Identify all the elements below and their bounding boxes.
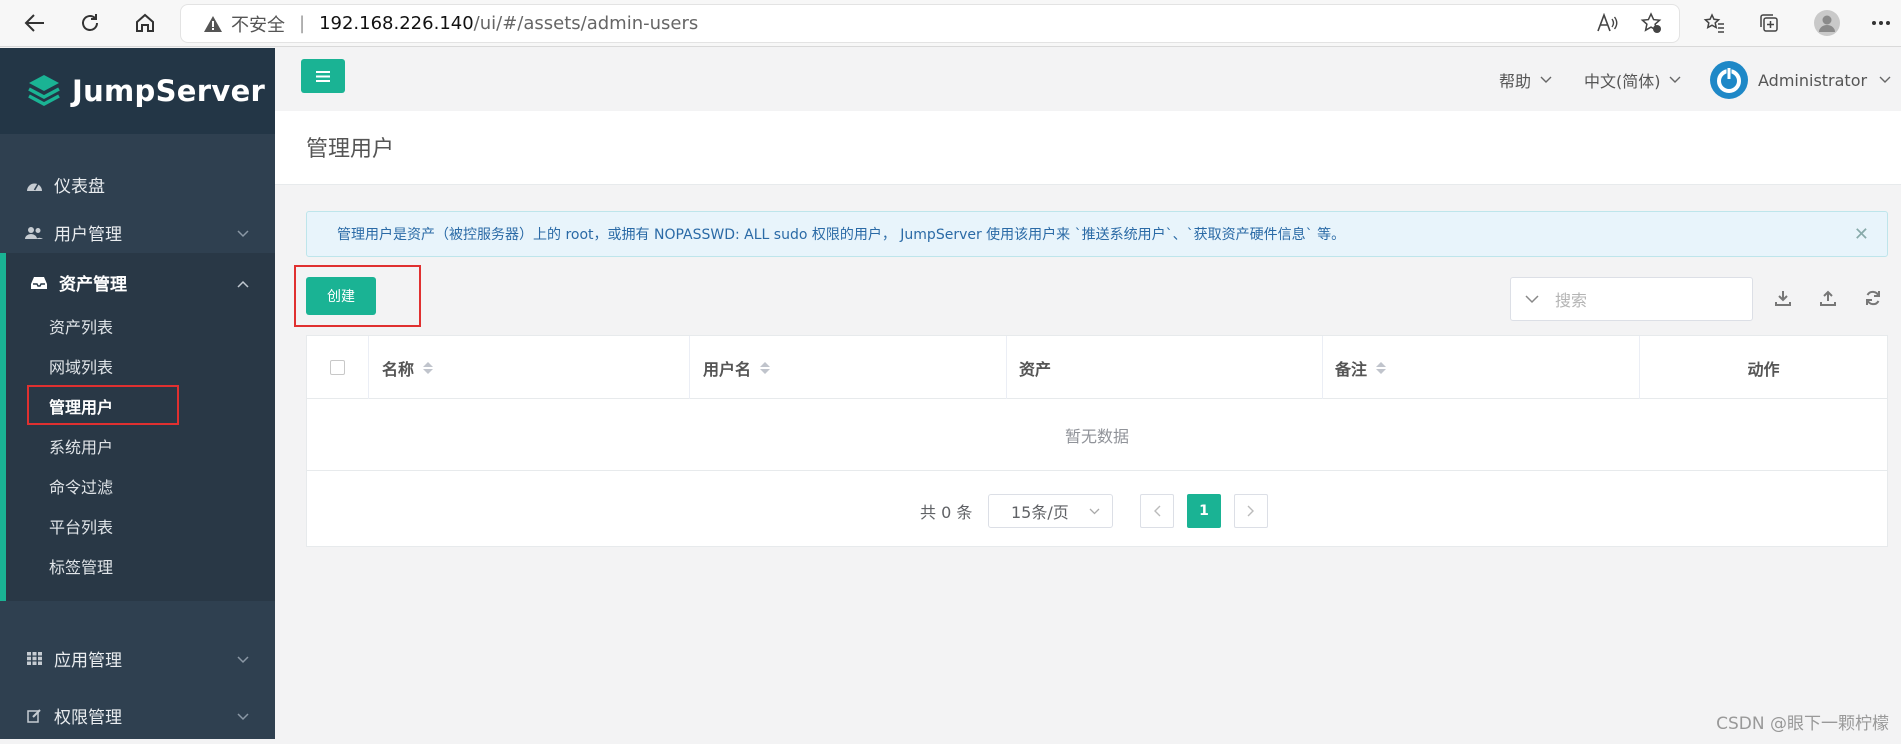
address-bar[interactable]: 不安全 | 192.168.226.140 /ui/#/assets/admin… xyxy=(180,4,1680,43)
sort-icon[interactable] xyxy=(1376,361,1387,374)
submenu-domain-list[interactable]: 网域列表 xyxy=(49,352,249,380)
column-label: 备注 xyxy=(1335,359,1368,379)
sidebar-item-assets[interactable]: 资产管理 xyxy=(0,254,275,311)
more-icon[interactable] xyxy=(1864,8,1898,38)
submenu-label-management[interactable]: 标签管理 xyxy=(49,552,249,580)
users-icon xyxy=(25,225,43,241)
sidebar-item-permissions[interactable]: 权限管理 xyxy=(0,687,275,744)
grid-icon xyxy=(25,651,43,667)
page-size-select[interactable]: 15条/页 xyxy=(988,494,1113,528)
search-box[interactable]: 搜索 xyxy=(1510,277,1753,321)
sort-icon[interactable] xyxy=(423,361,434,374)
chevron-down-icon xyxy=(1540,76,1552,84)
table-header: 名称 用户名 资产 备注 动作 xyxy=(307,336,1887,399)
sidebar-toggle-button[interactable] xyxy=(301,59,345,93)
chevron-down-icon xyxy=(1879,76,1891,84)
info-alert: 管理用户是资产（被控服务器）上的 root，或拥有 NOPASSWD: ALL … xyxy=(306,211,1888,257)
select-all-cell xyxy=(307,336,369,399)
warning-icon xyxy=(203,15,223,33)
address-separator: | xyxy=(299,13,306,34)
security-label: 不安全 xyxy=(231,14,285,36)
chevron-down-icon xyxy=(1669,76,1681,84)
chevron-right-icon xyxy=(1247,505,1255,517)
chevron-down-icon xyxy=(1089,508,1100,515)
submenu-platform-list[interactable]: 平台列表 xyxy=(49,512,249,540)
column-header-name[interactable]: 名称 xyxy=(369,336,690,399)
top-navbar: 帮助 中文(简体) Administrator xyxy=(275,48,1901,111)
avatar xyxy=(1710,61,1748,99)
chevron-down-icon xyxy=(237,649,249,669)
url-path: /ui/#/assets/admin-users xyxy=(473,13,699,34)
column-header-comment[interactable]: 备注 xyxy=(1323,336,1640,399)
column-label: 用户名 xyxy=(703,359,752,379)
chevron-up-icon xyxy=(237,273,249,293)
alert-text: 管理用户是资产（被控服务器）上的 root，或拥有 NOPASSWD: ALL … xyxy=(337,227,1346,243)
highlight-box-sidebar xyxy=(27,385,179,425)
column-header-username[interactable]: 用户名 xyxy=(690,336,1007,399)
create-button[interactable]: 创建 xyxy=(306,277,376,315)
url-host: 192.168.226.140 xyxy=(319,13,474,34)
user-menu[interactable]: Administrator xyxy=(1710,61,1891,99)
sidebar: JumpServer 仪表盘 用户管理 资产管理 资产列表 网域列表 管理用户 … xyxy=(0,48,275,739)
menu-icon xyxy=(316,70,330,82)
edit-icon xyxy=(25,708,43,724)
select-all-checkbox[interactable] xyxy=(330,360,345,375)
favorite-add-icon[interactable] xyxy=(1634,8,1668,38)
browser-toolbar: 不安全 | 192.168.226.140 /ui/#/assets/admin… xyxy=(0,0,1901,47)
sidebar-item-label: 仪表盘 xyxy=(54,177,105,197)
profile-avatar-icon[interactable] xyxy=(1810,8,1844,38)
chevron-down-icon xyxy=(237,706,249,726)
column-label: 名称 xyxy=(382,359,415,379)
page-size-value: 15条/页 xyxy=(1011,503,1069,522)
page-number-current[interactable]: 1 xyxy=(1187,494,1221,528)
chevron-left-icon xyxy=(1153,505,1161,517)
pagination-total: 共 0 条 xyxy=(920,503,973,522)
favorites-icon[interactable] xyxy=(1697,8,1731,38)
submenu-command-filter[interactable]: 命令过滤 xyxy=(49,472,249,500)
chevron-down-icon[interactable] xyxy=(1525,294,1539,304)
page-heading: 管理用户 xyxy=(275,111,1901,185)
submenu-system-users[interactable]: 系统用户 xyxy=(49,432,249,460)
upload-icon[interactable] xyxy=(1817,287,1839,309)
refresh-icon[interactable] xyxy=(73,8,107,38)
inbox-icon xyxy=(30,275,48,291)
brand-name: JumpServer xyxy=(72,74,266,108)
sort-icon[interactable] xyxy=(760,361,771,374)
search-input[interactable]: 搜索 xyxy=(1555,287,1587,311)
back-icon[interactable] xyxy=(18,8,52,38)
column-header-actions: 动作 xyxy=(1640,336,1887,399)
help-label: 帮助 xyxy=(1499,72,1532,91)
page-title: 管理用户 xyxy=(306,137,395,162)
chevron-down-icon xyxy=(237,223,249,243)
sidebar-item-label: 资产管理 xyxy=(59,275,127,295)
collections-icon[interactable] xyxy=(1752,8,1786,38)
column-label: 资产 xyxy=(1019,359,1052,379)
close-icon[interactable]: ✕ xyxy=(1854,224,1869,245)
help-menu[interactable]: 帮助 xyxy=(1499,68,1552,92)
download-icon[interactable] xyxy=(1772,287,1794,309)
sidebar-item-label: 用户管理 xyxy=(54,225,122,245)
language-menu[interactable]: 中文(简体) xyxy=(1584,68,1681,92)
sidebar-item-label: 应用管理 xyxy=(54,651,122,671)
dashboard-icon xyxy=(25,177,43,193)
empty-state: 暂无数据 xyxy=(307,399,1887,471)
column-header-assets: 资产 xyxy=(1007,336,1323,399)
admin-users-table: 名称 用户名 资产 备注 动作 暂无数据 共 0 条 15条/页 1 xyxy=(306,335,1888,547)
next-page-button[interactable] xyxy=(1234,494,1268,528)
prev-page-button[interactable] xyxy=(1140,494,1174,528)
sidebar-item-applications[interactable]: 应用管理 xyxy=(0,630,275,687)
user-name: Administrator xyxy=(1758,70,1868,90)
watermark: CSDN @眼下一颗柠檬 xyxy=(1716,714,1889,734)
column-label: 动作 xyxy=(1747,359,1780,379)
sidebar-item-label: 权限管理 xyxy=(54,708,122,728)
submenu-asset-list[interactable]: 资产列表 xyxy=(49,312,249,340)
brand-logo[interactable]: JumpServer xyxy=(0,48,275,134)
read-aloud-icon[interactable] xyxy=(1590,8,1624,38)
refresh-icon[interactable] xyxy=(1862,287,1884,309)
home-icon[interactable] xyxy=(128,8,162,38)
jumpserver-logo-icon xyxy=(26,73,62,109)
language-label: 中文(简体) xyxy=(1584,72,1661,91)
